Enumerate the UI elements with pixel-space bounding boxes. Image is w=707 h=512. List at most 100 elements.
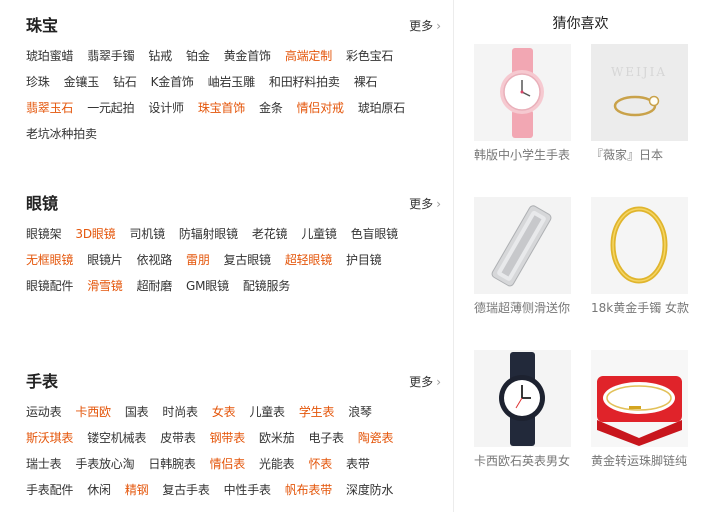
more-link[interactable]: 更多 › bbox=[409, 374, 441, 390]
silver-lighter-image[interactable] bbox=[474, 197, 571, 294]
product-card[interactable]: 德瑞超薄侧滑送你 bbox=[474, 197, 571, 316]
link-row: 翡翠玉石 一元起拍 设计师 珠宝首饰 金条 情侣对戒 琥珀原石 bbox=[26, 97, 419, 123]
category-link[interactable]: 手表配件 bbox=[26, 482, 73, 498]
category-link[interactable]: K金首饰 bbox=[151, 74, 194, 90]
category-link[interactable]: 精钢 bbox=[125, 482, 149, 498]
category-link[interactable]: 翡翠玉石 bbox=[26, 100, 73, 116]
product-card[interactable]: 韩版中小学生手表 bbox=[474, 44, 571, 163]
category-link[interactable]: 金条 bbox=[259, 100, 283, 116]
category-link[interactable]: 镂空机械表 bbox=[87, 430, 146, 446]
category-link[interactable]: 高端定制 bbox=[285, 48, 332, 64]
category-link[interactable]: 无框眼镜 bbox=[26, 252, 73, 268]
product-card[interactable]: 卡西欧石英表男女 bbox=[474, 350, 571, 469]
category-link[interactable]: GM眼镜 bbox=[186, 278, 229, 294]
category-link[interactable]: 雷朋 bbox=[186, 252, 210, 268]
category-link[interactable]: 超轻眼镜 bbox=[285, 252, 332, 268]
category-link[interactable]: 中性手表 bbox=[224, 482, 271, 498]
category-link[interactable]: 司机镜 bbox=[129, 226, 165, 242]
category-link[interactable]: 陶瓷表 bbox=[358, 430, 394, 446]
category-link[interactable]: 浪琴 bbox=[348, 404, 372, 420]
category-link[interactable]: 深度防水 bbox=[346, 482, 393, 498]
category-link[interactable]: 珍珠 bbox=[26, 74, 50, 90]
category-link[interactable]: 休闲 bbox=[87, 482, 111, 498]
chevron-right-icon: › bbox=[436, 19, 441, 33]
product-card[interactable]: 黄金转运珠脚链纯 bbox=[591, 350, 688, 469]
category-link[interactable]: 眼镜配件 bbox=[26, 278, 73, 294]
category-link[interactable]: 女表 bbox=[212, 404, 236, 420]
category-link[interactable]: 运动表 bbox=[26, 404, 62, 420]
category-link[interactable]: 儿童表 bbox=[249, 404, 285, 420]
category-link[interactable]: 时尚表 bbox=[162, 404, 198, 420]
category-link[interactable]: 手表放心淘 bbox=[75, 456, 134, 472]
category-link[interactable]: 滑雪镜 bbox=[87, 278, 123, 294]
category-link[interactable]: 老坑冰种拍卖 bbox=[26, 126, 97, 142]
category-link[interactable]: 日韩腕表 bbox=[148, 456, 195, 472]
product-caption[interactable]: 『薇家』日本 bbox=[591, 147, 691, 163]
category-link[interactable]: 钢带表 bbox=[210, 430, 246, 446]
category-link[interactable]: 护目镜 bbox=[346, 252, 382, 268]
link-row: 瑞士表 手表放心淘 日韩腕表 情侣表 光能表 怀表 表带 bbox=[26, 453, 407, 479]
product-caption[interactable]: 黄金转运珠脚链纯 bbox=[591, 453, 691, 469]
section-title: 眼镜 bbox=[26, 194, 59, 213]
product-card[interactable]: WEIJIA 『薇家』日本 bbox=[591, 44, 688, 163]
category-panel: 珠宝 更多 › 琥珀蜜蜡 翡翠手镯 钻戒 铂金 黄金首饰 高端定制 彩色宝石 珍珠 金镶玉 钻石 K金… bbox=[0, 0, 453, 512]
category-link[interactable]: 怀表 bbox=[308, 456, 332, 472]
category-link[interactable]: 瑞士表 bbox=[26, 456, 62, 472]
link-row: 手表配件 休闲 精钢 复古手表 中性手表 帆布表带 深度防水 bbox=[26, 479, 407, 505]
product-card[interactable]: 18k黄金手镯 女款 bbox=[591, 197, 691, 316]
category-link[interactable]: 斯沃琪表 bbox=[26, 430, 73, 446]
category-link[interactable]: 配镜服务 bbox=[243, 278, 290, 294]
category-link[interactable]: 电子表 bbox=[308, 430, 344, 446]
gold-bangle-image[interactable] bbox=[591, 197, 688, 294]
section-title: 手表 bbox=[26, 372, 59, 391]
category-link[interactable]: 色盲眼镜 bbox=[351, 226, 398, 242]
category-link[interactable]: 3D眼镜 bbox=[75, 226, 115, 242]
gold-anklet-box-image[interactable] bbox=[591, 350, 688, 447]
category-link[interactable]: 防辐射眼镜 bbox=[179, 226, 238, 242]
category-link[interactable]: 设计师 bbox=[148, 100, 184, 116]
black-watch-image[interactable] bbox=[474, 350, 571, 447]
category-link[interactable]: 钻戒 bbox=[148, 48, 172, 64]
link-row: 斯沃琪表 镂空机械表 皮带表 钢带表 欧米茄 电子表 陶瓷表 bbox=[26, 427, 407, 453]
category-link[interactable]: 岫岩玉雕 bbox=[208, 74, 255, 90]
category-link[interactable]: 琥珀原石 bbox=[358, 100, 405, 116]
pink-watch-image[interactable] bbox=[474, 44, 571, 141]
category-link[interactable]: 和田籽料拍卖 bbox=[269, 74, 340, 90]
category-link[interactable]: 表带 bbox=[346, 456, 370, 472]
category-link[interactable]: 超耐磨 bbox=[137, 278, 173, 294]
category-link[interactable]: 一元起拍 bbox=[87, 100, 134, 116]
category-link[interactable]: 国表 bbox=[125, 404, 149, 420]
product-caption[interactable]: 卡西欧石英表男女 bbox=[474, 453, 574, 469]
more-link[interactable]: 更多 › bbox=[409, 196, 441, 212]
category-link[interactable]: 琥珀蜜蜡 bbox=[26, 48, 73, 64]
category-link[interactable]: 钻石 bbox=[113, 74, 137, 90]
category-link[interactable]: 情侣表 bbox=[210, 456, 246, 472]
category-link[interactable]: 依视路 bbox=[137, 252, 173, 268]
category-link[interactable]: 裸石 bbox=[354, 74, 378, 90]
category-link[interactable]: 卡西欧 bbox=[75, 404, 111, 420]
category-link[interactable]: 铂金 bbox=[186, 48, 210, 64]
category-link[interactable]: 金镶玉 bbox=[64, 74, 100, 90]
gold-ring-image[interactable]: WEIJIA bbox=[591, 44, 688, 141]
product-caption[interactable]: 18k黄金手镯 女款 bbox=[591, 300, 691, 316]
category-link[interactable]: 情侣对戒 bbox=[297, 100, 344, 116]
link-row: 运动表 卡西欧 国表 时尚表 女表 儿童表 学生表 浪琴 bbox=[26, 401, 407, 427]
category-link[interactable]: 珠宝首饰 bbox=[198, 100, 245, 116]
category-link[interactable]: 皮带表 bbox=[160, 430, 196, 446]
more-link[interactable]: 更多 › bbox=[409, 18, 441, 34]
product-caption[interactable]: 德瑞超薄侧滑送你 bbox=[474, 300, 574, 316]
category-link[interactable]: 复古眼镜 bbox=[224, 252, 271, 268]
category-link[interactable]: 帆布表带 bbox=[285, 482, 332, 498]
category-link[interactable]: 儿童镜 bbox=[301, 226, 337, 242]
category-link[interactable]: 学生表 bbox=[299, 404, 335, 420]
category-link[interactable]: 彩色宝石 bbox=[346, 48, 393, 64]
category-link[interactable]: 眼镜片 bbox=[87, 252, 123, 268]
category-link[interactable]: 黄金首饰 bbox=[224, 48, 271, 64]
category-link[interactable]: 光能表 bbox=[259, 456, 295, 472]
product-caption[interactable]: 韩版中小学生手表 bbox=[474, 147, 574, 163]
category-link[interactable]: 老花镜 bbox=[252, 226, 288, 242]
category-link[interactable]: 欧米茄 bbox=[259, 430, 295, 446]
category-link[interactable]: 眼镜架 bbox=[26, 226, 62, 242]
category-link[interactable]: 翡翠手镯 bbox=[87, 48, 134, 64]
category-link[interactable]: 复古手表 bbox=[162, 482, 209, 498]
